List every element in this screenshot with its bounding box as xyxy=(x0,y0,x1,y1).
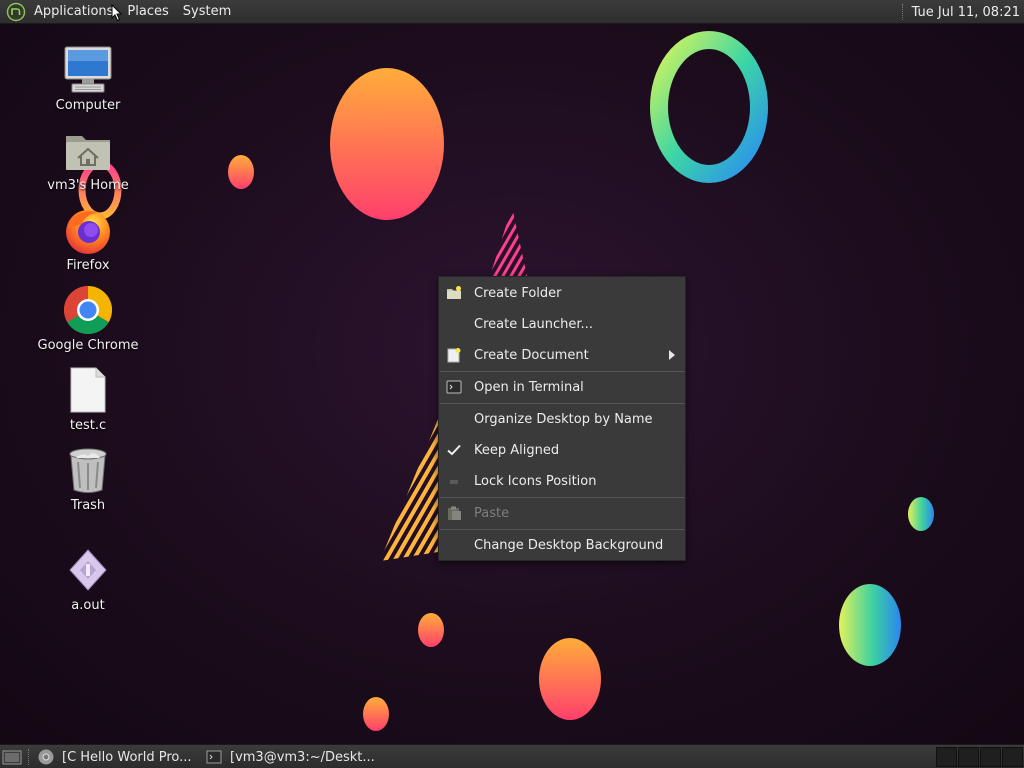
firefox-icon xyxy=(66,210,110,254)
desktop-icon-label: Firefox xyxy=(66,258,110,273)
menu-item-label: Keep Aligned xyxy=(474,443,560,458)
checkmark-icon xyxy=(447,444,461,456)
panel-separator xyxy=(901,4,904,20)
menu-item-label: Paste xyxy=(474,506,510,521)
computer-icon xyxy=(64,46,112,93)
mint-logo-icon[interactable] xyxy=(6,2,26,22)
home-folder-icon xyxy=(66,136,110,170)
chrome-icon xyxy=(63,286,113,335)
chrome-icon xyxy=(38,749,54,765)
terminal-icon xyxy=(446,380,462,394)
places-menu[interactable]: Places xyxy=(123,0,172,24)
desktop-icon-label: Computer xyxy=(55,98,121,113)
desktop-icon-chrome[interactable]: Google Chrome xyxy=(32,284,144,353)
submenu-arrow-icon xyxy=(669,350,675,360)
menu-item-label: Lock Icons Position xyxy=(474,474,597,489)
menu-item-create-launcher[interactable]: Create Launcher... xyxy=(439,309,685,340)
taskbar-item-label: [vm3@vm3:~/Deskt... xyxy=(230,749,374,765)
mouse-cursor-icon xyxy=(111,4,123,22)
top-panel: Applications Places System Tue Jul 11, 0… xyxy=(0,0,1024,24)
desktop-icon-label: Trash xyxy=(70,498,106,513)
menu-item-keep-aligned[interactable]: Keep Aligned xyxy=(439,435,685,466)
desktop-icon-computer[interactable]: Computer xyxy=(32,44,144,113)
menu-item-open-terminal[interactable]: Open in Terminal xyxy=(439,372,685,403)
desktop-icon-trash[interactable]: Trash xyxy=(32,444,144,513)
desktop-icon-label: vm3's Home xyxy=(47,178,129,193)
menu-item-create-document[interactable]: Create Document xyxy=(439,340,685,371)
system-menu[interactable]: System xyxy=(179,0,235,24)
panel-right-area: Tue Jul 11, 08:21 xyxy=(901,0,1024,24)
desktop-context-menu: Create Folder Create Launcher... Create … xyxy=(438,276,686,561)
text-file-icon xyxy=(70,367,106,413)
unchecked-box-icon xyxy=(450,480,458,484)
taskbar-item-chrome[interactable]: [C Hello World Pro... xyxy=(38,745,196,768)
menu-item-lock-icons-position[interactable]: Lock Icons Position xyxy=(439,466,685,497)
menu-item-label: Create Launcher... xyxy=(474,317,593,332)
new-folder-icon xyxy=(447,286,461,299)
menu-item-create-folder[interactable]: Create Folder xyxy=(439,278,685,309)
executable-icon xyxy=(69,549,107,591)
desktop-icon-a-out[interactable]: a.out xyxy=(32,544,144,613)
menu-item-change-background[interactable]: Change Desktop Background xyxy=(439,530,685,561)
workspace-4[interactable] xyxy=(1002,747,1023,767)
menu-item-label: Create Folder xyxy=(474,286,562,301)
desktop-icon-label: Google Chrome xyxy=(37,338,139,353)
workspace-3[interactable] xyxy=(980,747,1001,767)
menu-item-paste[interactable]: Paste xyxy=(439,498,685,529)
menu-item-organize-by-name[interactable]: Organize Desktop by Name xyxy=(439,404,685,435)
paste-icon xyxy=(448,506,461,520)
desktop-icon-home[interactable]: vm3's Home xyxy=(32,124,144,193)
menu-item-label: Organize Desktop by Name xyxy=(474,412,653,427)
show-desktop-icon[interactable] xyxy=(2,748,22,766)
terminal-icon xyxy=(206,750,222,764)
taskbar-separator xyxy=(28,749,29,765)
menu-item-label: Create Document xyxy=(474,348,589,363)
taskbar-item-label: [C Hello World Pro... xyxy=(62,749,192,765)
clock[interactable]: Tue Jul 11, 08:21 xyxy=(912,5,1024,20)
trash-icon xyxy=(69,448,107,493)
applications-menu[interactable]: Applications xyxy=(30,0,117,24)
workspace-1[interactable] xyxy=(936,747,957,767)
desktop-icon-firefox[interactable]: Firefox xyxy=(32,204,144,273)
desktop-icon-label: a.out xyxy=(71,598,105,613)
desktop-icon-test-c[interactable]: test.c xyxy=(32,364,144,433)
bottom-panel: [C Hello World Pro... [vm3@vm3:~/Deskt..… xyxy=(0,744,1024,768)
taskbar-item-terminal[interactable]: [vm3@vm3:~/Deskt... xyxy=(206,745,374,768)
menu-item-label: Change Desktop Background xyxy=(474,538,664,553)
desktop-icon-label: test.c xyxy=(69,418,107,433)
workspace-2[interactable] xyxy=(958,747,979,767)
new-document-icon xyxy=(447,348,461,363)
menu-item-label: Open in Terminal xyxy=(474,380,584,395)
